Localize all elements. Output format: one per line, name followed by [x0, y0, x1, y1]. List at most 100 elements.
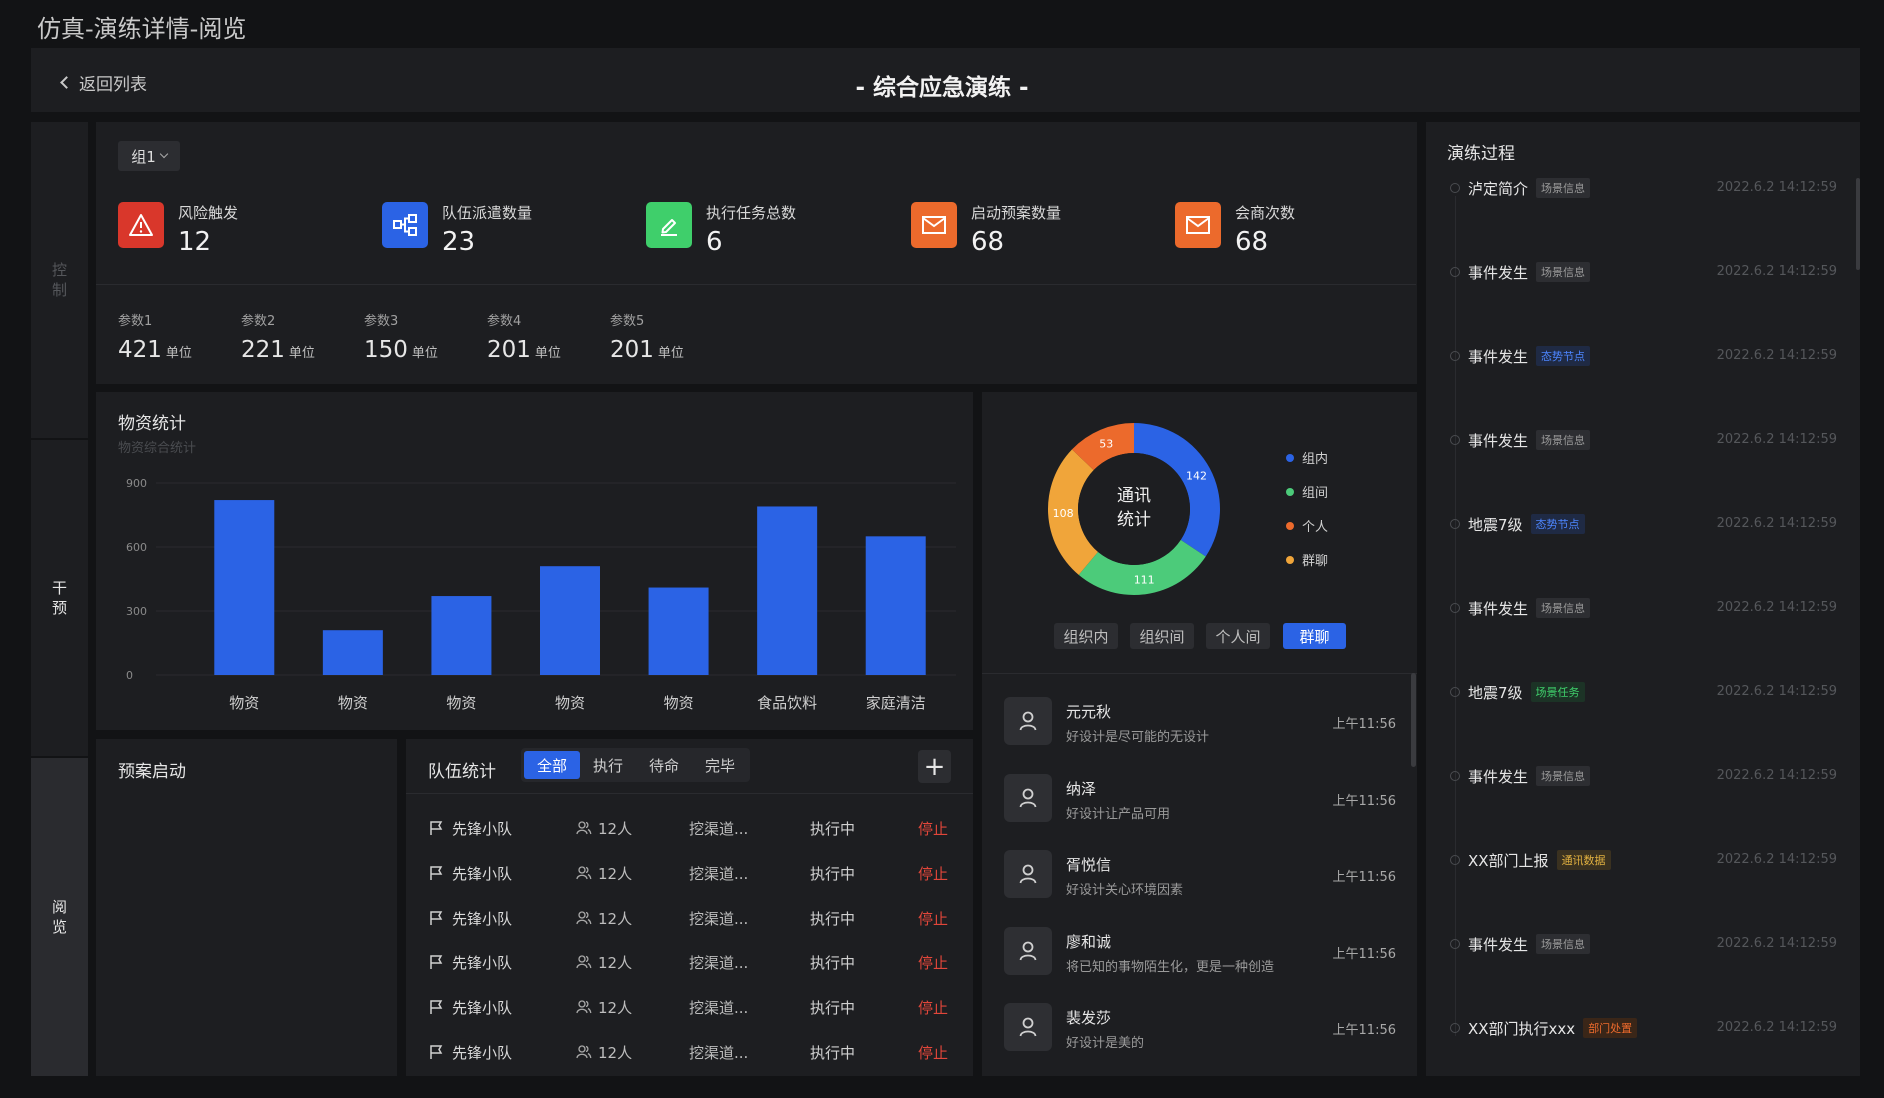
timeline-item[interactable]: 事件发生 场景信息 2022.6.2 14:12:59: [1447, 430, 1837, 454]
team-status: 执行中: [810, 820, 856, 838]
plan-panel: [96, 739, 397, 1076]
timeline-item[interactable]: 地震7级 场景任务 2022.6.2 14:12:59: [1447, 682, 1837, 706]
message-item[interactable]: 纳泽 好设计让产品可用 上午11:56: [1004, 773, 1396, 830]
stop-team-button[interactable]: 停止: [918, 818, 948, 839]
stop-team-button[interactable]: 停止: [918, 908, 948, 929]
timeline-tag: 态势节点: [1530, 514, 1585, 534]
rail-item-intervene[interactable]: 干 预: [31, 440, 88, 756]
user-icon: [1019, 1017, 1037, 1037]
stop-team-button[interactable]: 停止: [918, 997, 948, 1018]
param-value: 201: [487, 337, 531, 363]
timeline-item[interactable]: 泸定简介 场景信息 2022.6.2 14:12:59: [1447, 178, 1837, 202]
legend-label: 组间: [1302, 486, 1329, 501]
supplies-subtitle: 物资综合统计: [118, 441, 197, 456]
param-value: 421: [118, 337, 162, 363]
tab-finished[interactable]: 完毕: [692, 751, 748, 779]
timeline-entry: 事件发生 场景信息: [1468, 430, 1591, 451]
tab-standby[interactable]: 待命: [636, 751, 692, 779]
avatar: [1004, 773, 1052, 822]
tab-executing[interactable]: 执行: [580, 751, 636, 779]
people-icon: [576, 820, 592, 840]
param-5: 参数5 201 单位: [610, 310, 684, 363]
message-sender: 元元秋: [1066, 703, 1112, 721]
avatar: [1004, 850, 1052, 898]
timeline-item[interactable]: XX部门执行xxx 部门处置 2022.6.2 14:12:59: [1447, 1018, 1837, 1042]
message-time: 上午11:56: [1332, 870, 1396, 885]
param-label: 参数2: [241, 314, 276, 329]
param-value: 150: [364, 337, 408, 363]
filter-personal[interactable]: 个人间: [1206, 623, 1270, 649]
stop-team-button[interactable]: 停止: [918, 952, 948, 973]
flag-icon: [428, 954, 444, 974]
team-row: 先锋小队 12人 挖渠道... 执行中 停止: [428, 997, 948, 1021]
team-name: 先锋小队: [452, 820, 513, 838]
team-name: 先锋小队: [452, 864, 513, 883]
rail-item-control[interactable]: 控 制: [31, 122, 88, 438]
flag-icon: [428, 999, 444, 1019]
team-row: 先锋小队 12人 挖渠道... 执行中 停止: [428, 908, 948, 932]
message-item[interactable]: 元元秋 好设计是尽可能的无设计 上午11:56: [1004, 697, 1396, 753]
timeline-time: 2022.6.2 14:12:59: [1716, 936, 1837, 951]
timeline-item[interactable]: 事件发生 场景信息 2022.6.2 14:12:59: [1447, 598, 1837, 622]
plus-icon: +: [923, 751, 946, 782]
x-tick-label: 物资: [338, 694, 368, 712]
warning-icon: [118, 202, 164, 248]
timeline-node: [1450, 267, 1460, 277]
timeline-item[interactable]: 事件发生 态势节点 2022.6.2 14:12:59: [1447, 346, 1837, 370]
timeline-time: 2022.6.2 14:12:59: [1716, 516, 1837, 531]
rail-item-view[interactable]: 阅 览: [31, 758, 88, 1076]
timeline-time: 2022.6.2 14:12:59: [1716, 264, 1837, 279]
message-item[interactable]: 胥悦信 好设计关心环境因素 上午11:56: [1004, 850, 1396, 906]
donut-center-line: 统计: [1117, 510, 1151, 530]
kpi-divider: [96, 284, 1416, 285]
stop-team-button[interactable]: 停止: [918, 1042, 948, 1063]
filter-group-chat[interactable]: 群聊: [1283, 623, 1346, 649]
donut-value-label: 142: [1186, 469, 1207, 482]
network-icon: [382, 202, 428, 248]
timeline-node: [1450, 855, 1460, 865]
timeline-item[interactable]: 事件发生 场景信息 2022.6.2 14:12:59: [1447, 766, 1837, 790]
timeline-item[interactable]: XX部门上报 通讯数据 2022.6.2 14:12:59: [1447, 850, 1837, 874]
timeline-time: 2022.6.2 14:12:59: [1716, 432, 1837, 447]
message-text: 将已知的事物陌生化，更是一种创造: [1066, 959, 1275, 975]
filter-org-between[interactable]: 组织间: [1130, 623, 1194, 649]
message-item[interactable]: 裴发莎 好设计是美的 上午11:56: [1004, 1003, 1396, 1059]
param-label: 参数5: [610, 314, 645, 329]
people-icon: [576, 1044, 592, 1064]
team-task: 挖渠道...: [689, 1044, 749, 1062]
timeline-event-title: 事件发生: [1468, 264, 1529, 282]
param-1: 参数1 421 单位: [118, 310, 192, 363]
timeline-event-title: XX部门上报: [1468, 852, 1549, 870]
tab-all[interactable]: 全部: [524, 751, 580, 779]
group-select[interactable]: 组1: [118, 141, 180, 171]
people-icon: [576, 954, 592, 974]
timeline-event-title: 事件发生: [1468, 432, 1529, 450]
legend-label: 群聊: [1302, 554, 1329, 569]
timeline-scrollbar[interactable]: [1856, 178, 1860, 270]
rail-label: 控 制: [51, 261, 67, 299]
timeline-item[interactable]: 事件发生 场景信息 2022.6.2 14:12:59: [1447, 262, 1837, 286]
people-icon: [576, 910, 592, 930]
timeline-item[interactable]: 地震7级 态势节点 2022.6.2 14:12:59: [1447, 514, 1837, 538]
timeline-node: [1450, 687, 1460, 697]
timeline-node: [1450, 183, 1460, 193]
filter-org-internal[interactable]: 组织内: [1054, 623, 1118, 649]
message-item[interactable]: 廖和诚 将已知的事物陌生化，更是一种创造 上午11:56: [1004, 926, 1396, 983]
message-scrollbar[interactable]: [1411, 673, 1416, 767]
kpi-value: 23: [442, 227, 476, 257]
param-label: 参数3: [364, 314, 399, 329]
timeline-tag: 态势节点: [1536, 346, 1591, 366]
supplies-title: 物资统计: [118, 414, 186, 434]
kpi-value: 68: [971, 227, 1005, 257]
flag-icon: [428, 910, 444, 930]
add-team-button[interactable]: +: [918, 750, 951, 783]
x-tick-label: 物资: [446, 694, 476, 712]
team-task: 挖渠道...: [689, 999, 749, 1018]
stop-team-button[interactable]: 停止: [918, 863, 948, 884]
kpi-team-dispatch: 队伍派遣数量 23: [382, 202, 532, 257]
team-status: 执行中: [810, 864, 856, 883]
avatar: [1004, 926, 1052, 975]
team-row: 先锋小队 12人 挖渠道... 执行中 停止: [428, 952, 948, 976]
timeline-entry: 地震7级 场景任务: [1468, 682, 1585, 703]
timeline-item[interactable]: 事件发生 场景信息 2022.6.2 14:12:59: [1447, 934, 1837, 958]
